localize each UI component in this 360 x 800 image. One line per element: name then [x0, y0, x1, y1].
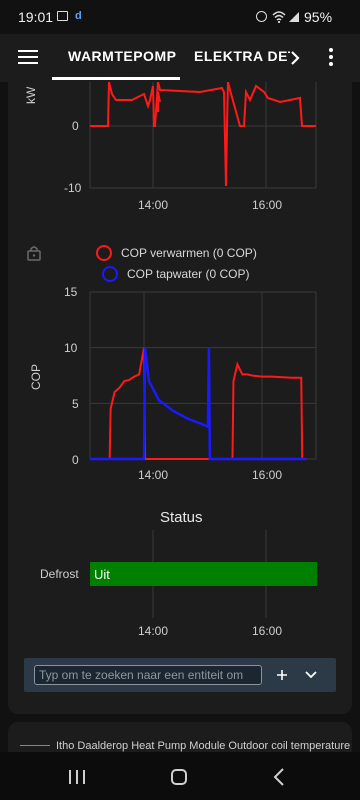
cop-grid: [89, 291, 317, 460]
recent-apps-icon[interactable]: [68, 769, 86, 785]
wifi-icon: [272, 11, 286, 23]
legend-line-swatch: [20, 745, 50, 746]
overflow-menu-icon[interactable]: [328, 47, 334, 67]
chevron-right-icon[interactable]: [290, 50, 300, 66]
home-icon[interactable]: [170, 768, 188, 786]
gallery-icon: [57, 11, 68, 21]
add-icon[interactable]: [276, 669, 288, 681]
app-toolbar: WARMTEPOMP ELEKTRA DETA: [0, 34, 360, 82]
legend-item-verwarmen[interactable]: COP verwarmen (0 COP): [121, 246, 257, 260]
active-tab-indicator: [52, 77, 180, 80]
cop-chart-plot: [89, 291, 317, 461]
status-title: Status: [160, 509, 203, 526]
back-icon[interactable]: [273, 768, 285, 786]
tab-elektra-details[interactable]: ELEKTRA DETA: [194, 48, 290, 64]
menu-icon[interactable]: [18, 49, 38, 65]
signal-icon: [289, 12, 299, 22]
alarm-icon: [256, 11, 267, 22]
status-x-tick-1600: 16:00: [252, 624, 283, 638]
second-history-card: Itho Daalderop Heat Pump Module Outdoor …: [8, 722, 352, 752]
defrost-bar-label: Uit: [94, 567, 110, 582]
legend-item-coil-temp[interactable]: Itho Daalderop Heat Pump Module Outdoor …: [56, 740, 350, 752]
status-bar: 19:01 d 95%: [0, 0, 360, 34]
defrost-bar[interactable]: [90, 562, 317, 586]
system-nav-bar: [0, 752, 360, 800]
entity-search-bar: [24, 658, 336, 692]
power-chart-plot: [89, 82, 317, 189]
entity-search-input[interactable]: [34, 665, 262, 685]
legend-swatch-verwarmen[interactable]: [96, 245, 112, 261]
battery-level: 95%: [304, 9, 333, 25]
tab-warmtepomp[interactable]: WARMTEPOMP: [68, 48, 176, 64]
power-series-line: [90, 82, 316, 187]
status-x-tick-1400: 14:00: [138, 624, 169, 638]
status-timeline-plot: [90, 530, 317, 618]
clock: 19:01: [18, 9, 54, 25]
legend-item-tapwater[interactable]: COP tapwater (0 COP): [127, 267, 249, 281]
chevron-down-icon[interactable]: [305, 671, 317, 679]
notification-icon: d: [75, 10, 82, 22]
power-series-spike: [157, 91, 161, 112]
